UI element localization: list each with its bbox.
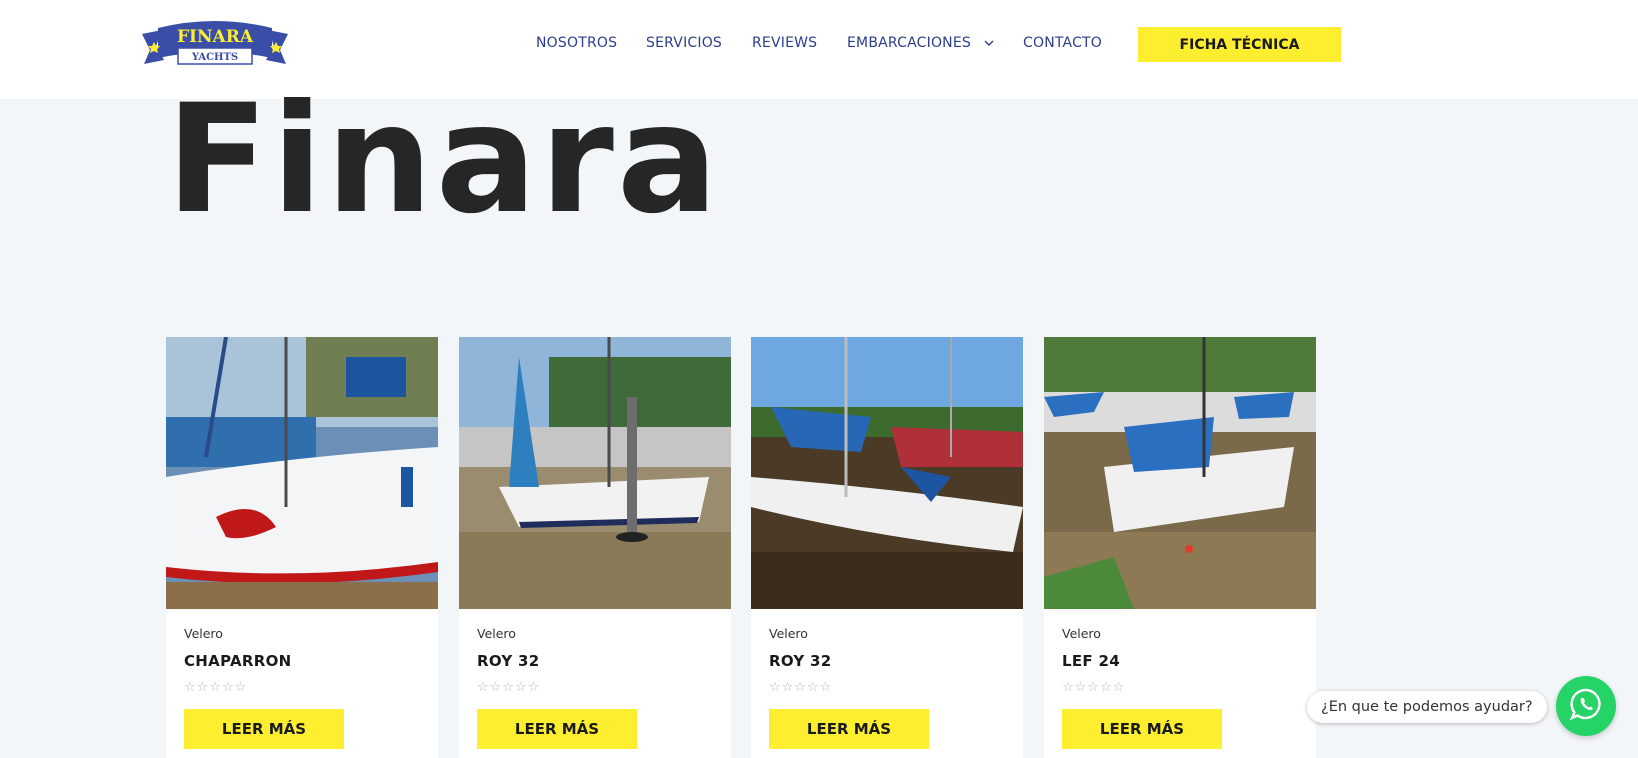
product-category[interactable]: Velero	[184, 626, 223, 641]
product-title[interactable]: ROY 32	[769, 652, 832, 670]
product-title[interactable]: LEF 24	[1062, 652, 1120, 670]
product-title[interactable]: ROY 32	[477, 652, 540, 670]
product-card: Velero ROY 32 ☆☆☆☆☆ LEER MÁS	[459, 337, 731, 758]
product-card: Velero ROY 32 ☆☆☆☆☆ LEER MÁS	[751, 337, 1023, 758]
leer-mas-button[interactable]: LEER MÁS	[1062, 709, 1222, 749]
nav-item-contacto[interactable]: CONTACTO	[1023, 35, 1102, 51]
nav-item-embarcaciones-label: EMBARCACIONES	[847, 35, 971, 51]
chevron-down-icon	[984, 35, 994, 51]
product-image[interactable]	[1044, 337, 1316, 609]
product-image[interactable]	[459, 337, 731, 609]
ficha-tecnica-button[interactable]: FICHA TÉCNICA	[1138, 27, 1341, 62]
site-logo[interactable]: FINARA YACHTS	[140, 20, 290, 68]
rating-stars-icon: ☆☆☆☆☆	[477, 680, 541, 695]
nav-item-embarcaciones[interactable]: EMBARCACIONES	[847, 35, 994, 51]
nav-item-reviews[interactable]: REVIEWS	[752, 35, 817, 51]
product-title[interactable]: CHAPARRON	[184, 652, 292, 670]
product-card: Velero LEF 24 ☆☆☆☆☆ LEER MÁS	[1044, 337, 1316, 758]
product-card: Velero CHAPARRON ☆☆☆☆☆ LEER MÁS	[166, 337, 438, 758]
whatsapp-icon	[1569, 687, 1603, 725]
nav-item-nosotros[interactable]: NOSOTROS	[536, 35, 617, 51]
leer-mas-button[interactable]: LEER MÁS	[184, 709, 344, 749]
leer-mas-button[interactable]: LEER MÁS	[477, 709, 637, 749]
logo-text-top: FINARA	[177, 27, 254, 47]
nav-item-servicios[interactable]: SERVICIOS	[646, 35, 722, 51]
page-title: Finara	[166, 73, 722, 247]
rating-stars-icon: ☆☆☆☆☆	[769, 680, 833, 695]
whatsapp-button[interactable]	[1556, 676, 1616, 736]
product-category[interactable]: Velero	[769, 626, 808, 641]
rating-stars-icon: ☆☆☆☆☆	[184, 680, 248, 695]
logo-text-bottom: YACHTS	[191, 52, 238, 63]
rating-stars-icon: ☆☆☆☆☆	[1062, 680, 1126, 695]
chat-prompt-bubble[interactable]: ¿En que te podemos ayudar?	[1307, 691, 1547, 723]
leer-mas-button[interactable]: LEER MÁS	[769, 709, 929, 749]
product-category[interactable]: Velero	[477, 626, 516, 641]
product-category[interactable]: Velero	[1062, 626, 1101, 641]
product-image[interactable]	[751, 337, 1023, 609]
product-image[interactable]	[166, 337, 438, 609]
